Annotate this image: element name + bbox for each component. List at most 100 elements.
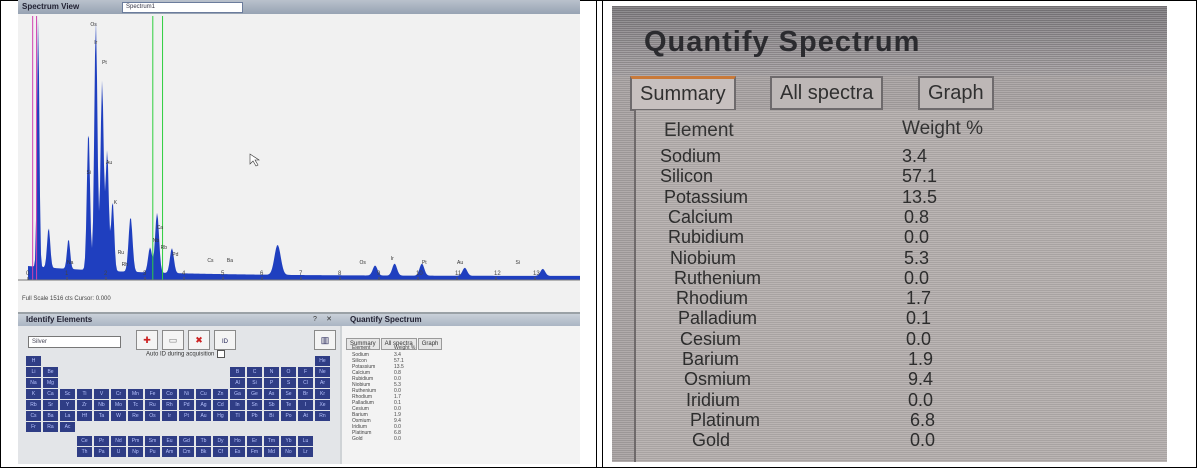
periodic-cell-h[interactable]: H	[26, 356, 41, 366]
periodic-cell-pm[interactable]: Pm	[128, 436, 143, 446]
periodic-cell-os[interactable]: Os	[145, 411, 160, 421]
periodic-cell-cm[interactable]: Cm	[179, 447, 194, 457]
periodic-cell-hg[interactable]: Hg	[213, 411, 228, 421]
periodic-cell-pa[interactable]: Pa	[94, 447, 109, 457]
periodic-cell-s[interactable]: S	[281, 378, 296, 388]
periodic-cell-sn[interactable]: Sn	[247, 400, 262, 410]
periodic-cell-np[interactable]: Np	[128, 447, 143, 457]
chart-button[interactable]: ▥	[314, 330, 336, 350]
periodic-cell-f[interactable]: F	[298, 367, 313, 377]
periodic-cell-ca[interactable]: Ca	[43, 389, 58, 399]
periodic-cell-ba[interactable]: Ba	[43, 411, 58, 421]
periodic-cell-lu[interactable]: Lu	[298, 436, 313, 446]
tab-all-spectra[interactable]: All spectra	[770, 76, 884, 110]
periodic-cell-he[interactable]: He	[315, 356, 330, 366]
periodic-cell-hf[interactable]: Hf	[77, 411, 92, 421]
periodic-cell-md[interactable]: Md	[264, 447, 279, 457]
tab-graph[interactable]: Graph	[918, 76, 994, 110]
periodic-cell-la[interactable]: La	[60, 411, 75, 421]
periodic-cell-cu[interactable]: Cu	[196, 389, 211, 399]
help-icon[interactable]: ?	[310, 315, 320, 324]
periodic-cell-pb[interactable]: Pb	[247, 411, 262, 421]
periodic-cell-er[interactable]: Er	[247, 436, 262, 446]
periodic-cell-si[interactable]: Si	[247, 378, 262, 388]
periodic-cell-bi[interactable]: Bi	[264, 411, 279, 421]
periodic-cell-ag[interactable]: Ag	[196, 400, 211, 410]
periodic-cell-yb[interactable]: Yb	[281, 436, 296, 446]
periodic-cell-br[interactable]: Br	[298, 389, 313, 399]
periodic-cell-w[interactable]: W	[111, 411, 126, 421]
periodic-cell-tc[interactable]: Tc	[128, 400, 143, 410]
periodic-cell-no[interactable]: No	[281, 447, 296, 457]
periodic-cell-as[interactable]: As	[264, 389, 279, 399]
periodic-cell-fm[interactable]: Fm	[247, 447, 262, 457]
periodic-cell-fr[interactable]: Fr	[26, 422, 41, 432]
periodic-cell-xe[interactable]: Xe	[315, 400, 330, 410]
periodic-cell-te[interactable]: Te	[281, 400, 296, 410]
periodic-cell-ac[interactable]: Ac	[60, 422, 75, 432]
periodic-cell-rb[interactable]: Rb	[26, 400, 41, 410]
periodic-cell-at[interactable]: At	[298, 411, 313, 421]
periodic-cell-cd[interactable]: Cd	[213, 400, 228, 410]
periodic-cell-pr[interactable]: Pr	[94, 436, 109, 446]
periodic-cell-mg[interactable]: Mg	[43, 378, 58, 388]
add-element-button[interactable]: ✚	[136, 330, 158, 350]
periodic-cell-i[interactable]: I	[298, 400, 313, 410]
periodic-cell-ru[interactable]: Ru	[145, 400, 160, 410]
periodic-cell-ga[interactable]: Ga	[230, 389, 245, 399]
spectrum-plot[interactable]: 0 1 2 3 4 5 6 7 8 9 10 11 12 13OsIrPtAuSiKCaNbRbPdRuC…	[18, 14, 580, 282]
periodic-cell-co[interactable]: Co	[162, 389, 177, 399]
periodic-cell-ho[interactable]: Ho	[230, 436, 245, 446]
periodic-cell-ir[interactable]: Ir	[162, 411, 177, 421]
periodic-cell-tm[interactable]: Tm	[264, 436, 279, 446]
periodic-cell-li[interactable]: Li	[26, 367, 41, 377]
periodic-cell-al[interactable]: Al	[230, 378, 245, 388]
periodic-cell-rh[interactable]: Rh	[162, 400, 177, 410]
periodic-cell-cr[interactable]: Cr	[111, 389, 126, 399]
periodic-cell-ni[interactable]: Ni	[179, 389, 194, 399]
periodic-cell-zr[interactable]: Zr	[77, 400, 92, 410]
periodic-cell-nd[interactable]: Nd	[111, 436, 126, 446]
periodic-cell-dy[interactable]: Dy	[213, 436, 228, 446]
periodic-cell-ne[interactable]: Ne	[315, 367, 330, 377]
periodic-cell-b[interactable]: B	[230, 367, 245, 377]
periodic-cell-k[interactable]: K	[26, 389, 41, 399]
periodic-cell-u[interactable]: U	[111, 447, 126, 457]
periodic-cell-na[interactable]: Na	[26, 378, 41, 388]
periodic-cell-y[interactable]: Y	[60, 400, 75, 410]
periodic-cell-v[interactable]: V	[94, 389, 109, 399]
periodic-cell-kr[interactable]: Kr	[315, 389, 330, 399]
periodic-cell-ta[interactable]: Ta	[94, 411, 109, 421]
periodic-cell-mn[interactable]: Mn	[128, 389, 143, 399]
periodic-cell-ce[interactable]: Ce	[77, 436, 92, 446]
periodic-cell-cf[interactable]: Cf	[213, 447, 228, 457]
periodic-cell-p[interactable]: P	[264, 378, 279, 388]
periodic-cell-pu[interactable]: Pu	[145, 447, 160, 457]
periodic-cell-o[interactable]: O	[281, 367, 296, 377]
periodic-cell-in[interactable]: In	[230, 400, 245, 410]
periodic-cell-sc[interactable]: Sc	[60, 389, 75, 399]
periodic-cell-re[interactable]: Re	[128, 411, 143, 421]
periodic-cell-sm[interactable]: Sm	[145, 436, 160, 446]
element-selector[interactable]: Silver	[28, 336, 121, 348]
periodic-cell-pd[interactable]: Pd	[179, 400, 194, 410]
periodic-cell-zn[interactable]: Zn	[213, 389, 228, 399]
periodic-cell-fe[interactable]: Fe	[145, 389, 160, 399]
spectrum-selector[interactable]: Spectrum1	[122, 2, 243, 13]
periodic-cell-au[interactable]: Au	[196, 411, 211, 421]
periodic-cell-po[interactable]: Po	[281, 411, 296, 421]
id-button[interactable]: ID	[214, 330, 236, 350]
periodic-cell-ar[interactable]: Ar	[315, 378, 330, 388]
periodic-cell-be[interactable]: Be	[43, 367, 58, 377]
periodic-cell-c[interactable]: C	[247, 367, 262, 377]
periodic-cell-n[interactable]: N	[264, 367, 279, 377]
periodic-cell-ra[interactable]: Ra	[43, 422, 58, 432]
periodic-cell-am[interactable]: Am	[162, 447, 177, 457]
tab-summary[interactable]: Summary	[630, 76, 736, 111]
periodic-cell-pt[interactable]: Pt	[179, 411, 194, 421]
periodic-cell-cl[interactable]: Cl	[298, 378, 313, 388]
periodic-cell-tb[interactable]: Tb	[196, 436, 211, 446]
periodic-cell-tl[interactable]: Tl	[230, 411, 245, 421]
periodic-cell-bk[interactable]: Bk	[196, 447, 211, 457]
periodic-cell-ti[interactable]: Ti	[77, 389, 92, 399]
